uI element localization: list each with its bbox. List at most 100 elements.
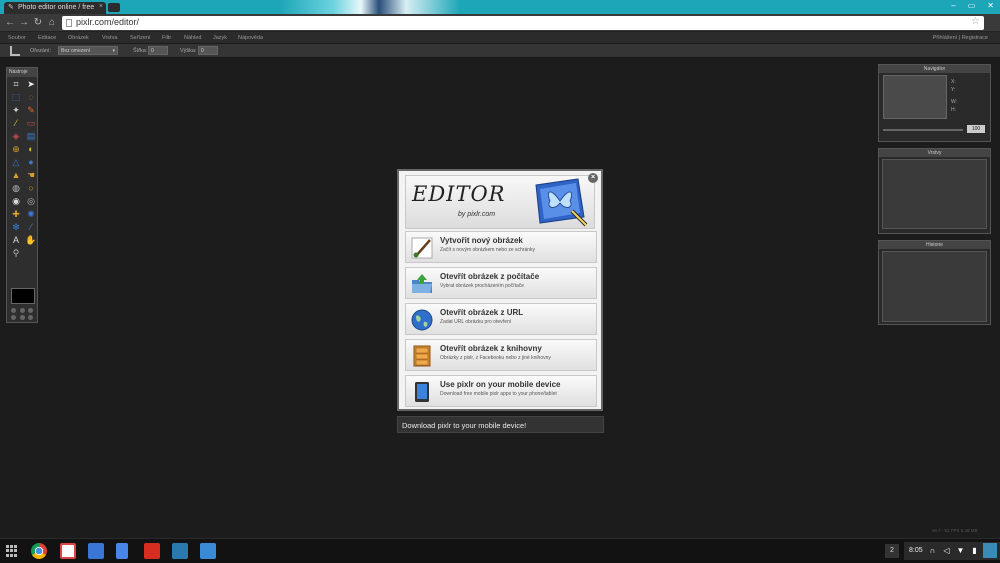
new-tab-button[interactable] <box>108 3 120 12</box>
gmail-icon[interactable] <box>60 543 76 559</box>
menu-adjustment[interactable]: Seřízení <box>130 35 150 41</box>
dialog-header: EDITOR by pixlr.com <box>405 175 595 229</box>
folder-icon <box>412 274 432 293</box>
lasso-icon[interactable]: ◌ <box>25 92 37 103</box>
tools-palette: Nástroje ⌗ ➤ ⬚ ◌ ✦ ✎ ⁄ ▭ ◈ ▤ ⊕ ◐ △ ● ▲ ☚ ◍ ○ ◉ ◎ ✚ ✺ ✻ ⁄ A ✋ ⚲ <box>6 67 38 323</box>
navigator-y-label: Y: <box>951 87 956 93</box>
option-new-image[interactable]: Vytvořit nový obrázek Začít s novým obrá… <box>405 231 597 263</box>
google-search-icon[interactable] <box>88 543 104 559</box>
sponge-icon[interactable]: ◍ <box>10 183 22 194</box>
status-tray[interactable]: 8:05 ∩ ◁ ▼ ▮ <box>904 542 1000 560</box>
option-open-computer[interactable]: Otevřít obrázek z počítače Vybrat obráze… <box>405 267 597 299</box>
editor-logo-text: EDITOR <box>412 182 506 206</box>
clone-icon[interactable]: ⊕ <box>10 144 22 155</box>
globe-icon <box>411 309 433 331</box>
option-subtitle: Začít s novým obrázkem nebo ze schránky <box>440 247 536 253</box>
back-icon[interactable]: ← <box>4 17 16 29</box>
hand-icon[interactable]: ✋ <box>25 235 37 246</box>
bucket-icon[interactable]: ◈ <box>10 131 22 142</box>
app-launcher-icon[interactable] <box>6 545 18 557</box>
picker-icon[interactable]: ⁄ <box>25 222 37 233</box>
height-label: Výška: <box>180 48 197 54</box>
type-icon[interactable]: A <box>10 235 22 246</box>
mobile-download-banner[interactable]: Download pixlr to your mobile device! <box>397 416 604 433</box>
user-avatar <box>983 543 997 558</box>
crop-label: Ořezání: <box>30 48 52 54</box>
palette-button[interactable] <box>28 315 34 320</box>
width-input[interactable]: 0 <box>148 46 168 55</box>
chevron-down-icon: ▾ <box>112 48 115 54</box>
files-icon[interactable] <box>200 543 216 559</box>
pencil-icon[interactable]: ✎ <box>25 105 37 116</box>
wand-icon[interactable]: ✦ <box>10 105 22 116</box>
chrome-icon[interactable] <box>31 543 47 559</box>
close-window-icon[interactable]: ✕ <box>987 1 994 10</box>
smudge-icon[interactable]: ☚ <box>25 170 37 181</box>
burn-icon[interactable]: ◉ <box>10 196 22 207</box>
move-icon[interactable]: ➤ <box>25 79 37 90</box>
address-bar[interactable]: pixlr.com/editor/ ☆ <box>62 16 984 30</box>
navigator-w-label: W: <box>951 99 958 105</box>
height-input[interactable]: 0 <box>198 46 218 55</box>
minimize-icon[interactable]: – <box>951 1 955 10</box>
gradient-icon[interactable]: ▤ <box>25 131 37 142</box>
docs-icon[interactable] <box>116 543 128 559</box>
reload-icon[interactable]: ↻ <box>32 17 44 29</box>
color-swatch[interactable] <box>11 288 35 304</box>
youtube-icon[interactable] <box>144 543 160 559</box>
palette-button[interactable] <box>19 308 25 313</box>
bookmark-star-icon[interactable]: ☆ <box>971 16 980 27</box>
dialog-close-button[interactable]: × <box>588 173 598 183</box>
drawing-icon[interactable]: △ <box>10 157 22 168</box>
option-open-url[interactable]: Otevřít obrázek z URL Zadat URL obrázku … <box>405 303 597 335</box>
history-title: Historie <box>879 241 990 249</box>
notification-count[interactable]: 2 <box>885 544 899 558</box>
maximize-icon[interactable]: ▭ <box>968 1 976 10</box>
dodge-icon[interactable]: ○ <box>25 183 37 194</box>
pixlr-icon[interactable] <box>172 543 188 559</box>
option-title: Vytvořit nový obrázek <box>440 236 523 245</box>
bloat-icon[interactable]: ✺ <box>25 209 37 220</box>
version-info: v8.7 - 81 FPS 8.48 MB <box>932 528 978 533</box>
menu-image[interactable]: Obrázek <box>68 35 89 41</box>
zoom-icon[interactable]: ⚲ <box>10 248 22 259</box>
palette-button[interactable] <box>11 308 16 313</box>
brush-icon[interactable]: ⁄ <box>10 118 22 129</box>
browser-tab[interactable]: ✎ Photo editor online / free × <box>4 2 106 14</box>
menu-file[interactable]: Soubor <box>8 35 26 41</box>
option-open-library[interactable]: Otevřít obrázek z knihovny Obrázky z pix… <box>405 339 597 371</box>
wifi-icon: ▼ <box>956 546 965 555</box>
menu-language[interactable]: Jazyk <box>213 35 227 41</box>
tab-close-icon[interactable]: × <box>99 3 103 10</box>
login-link[interactable]: Přihlášení <box>933 35 957 41</box>
redeye-icon[interactable]: ◎ <box>25 196 37 207</box>
option-title: Otevřít obrázek z URL <box>440 308 524 317</box>
palette-button[interactable] <box>11 315 16 320</box>
crop-constraint-select[interactable]: Bez omezení ▾ <box>58 46 118 55</box>
crop-icon[interactable]: ⌗ <box>10 79 22 90</box>
zoom-slider[interactable] <box>883 129 963 131</box>
menu-layer[interactable]: Vrstva <box>102 35 117 41</box>
colorreplace-icon[interactable]: ◐ <box>25 144 37 155</box>
menu-view[interactable]: Náhled <box>184 35 201 41</box>
spot-icon[interactable]: ✚ <box>10 209 22 220</box>
eraser-icon[interactable]: ▭ <box>25 118 37 129</box>
register-link[interactable]: Registrace <box>962 35 988 41</box>
option-title: Otevřít obrázek z knihovny <box>440 344 542 353</box>
sharpen-icon[interactable]: ▲ <box>10 170 22 181</box>
blur-icon[interactable]: ● <box>25 157 37 168</box>
volume-muted-icon: ◁ <box>943 546 950 555</box>
cabinet-icon <box>413 345 431 367</box>
menu-help[interactable]: Nápověda <box>238 35 263 41</box>
app-menubar: Soubor Editace Obrázek Vrstva Seřízení F… <box>0 32 1000 44</box>
forward-icon[interactable]: → <box>18 17 30 29</box>
palette-button[interactable] <box>19 315 25 320</box>
menu-edit[interactable]: Editace <box>38 35 56 41</box>
marquee-icon[interactable]: ⬚ <box>10 92 22 103</box>
pinch-icon[interactable]: ✻ <box>10 222 22 233</box>
home-icon[interactable]: ⌂ <box>46 17 58 29</box>
menu-filter[interactable]: Filtr <box>162 35 171 41</box>
palette-button[interactable] <box>28 308 34 313</box>
option-mobile[interactable]: Use pixlr on your mobile device Download… <box>405 375 597 407</box>
zoom-input[interactable]: 100 <box>967 125 985 133</box>
